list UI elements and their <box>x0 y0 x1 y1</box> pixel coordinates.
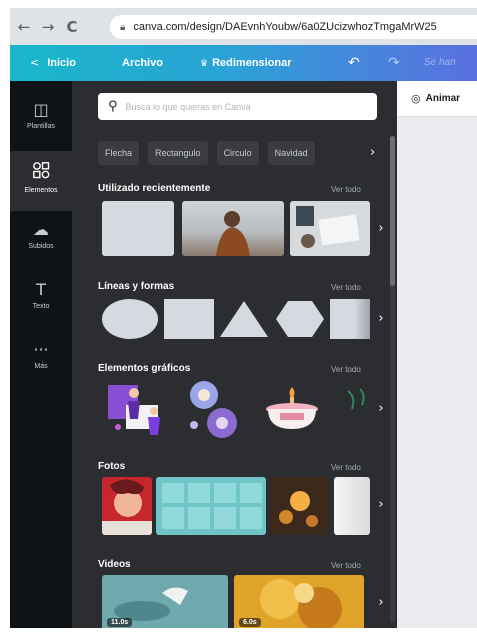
browser-window: ← → C 🔒︎ canva.com/design/DAEvnhYoubw/6a… <box>10 8 477 628</box>
chevron-right-icon[interactable]: › <box>372 583 390 623</box>
graphic-flowers[interactable] <box>182 379 244 441</box>
graphic-candle[interactable] <box>262 383 322 433</box>
section-title-recent: Utilizado recientemente <box>98 183 211 194</box>
elements-panel: ⚲ Flecha Rectangulo Circulo Navidad › Ut… <box>72 81 397 628</box>
sidebar-item-more[interactable]: ··· Más <box>10 331 72 391</box>
animate-icon: ◎ <box>411 92 421 105</box>
sidebar-item-elements[interactable]: Elementos <box>10 151 72 211</box>
see-all-shapes-link[interactable]: Ver todo <box>331 283 361 292</box>
sidebar-item-label: Texto <box>32 303 50 310</box>
sidebar-item-text[interactable]: T Texto <box>10 271 72 331</box>
shape-hexagon[interactable] <box>274 299 326 339</box>
canvas-area: ◎ Animar <box>397 81 477 628</box>
photo-thumbnail[interactable] <box>102 477 152 535</box>
recent-item-shape[interactable] <box>102 201 174 256</box>
recent-item-photo[interactable] <box>182 201 284 256</box>
chip-christmas[interactable]: Navidad <box>267 141 315 165</box>
chip-rectangle[interactable]: Rectangulo <box>148 141 208 165</box>
search-box[interactable]: ⚲ <box>98 93 377 120</box>
text-icon: T <box>36 280 46 299</box>
chevron-right-icon[interactable]: › <box>372 485 390 525</box>
see-all-graphics-link[interactable]: Ver todo <box>331 365 361 374</box>
arrow-left-icon[interactable]: ← <box>14 17 34 37</box>
scrollbar-thumb[interactable] <box>390 136 395 286</box>
url-text: canva.com/design/DAEvnhYoubw/6a0ZUcizwho… <box>133 21 437 33</box>
graphic-plant[interactable] <box>342 383 372 423</box>
video-duration: 6.0s <box>239 618 261 627</box>
save-status: Se han <box>424 57 456 68</box>
see-all-videos-link[interactable]: Ver todo <box>331 561 361 570</box>
video-duration: 11.0s <box>107 618 133 627</box>
home-label: Inicio <box>47 57 76 69</box>
undo-icon[interactable]: ↶ <box>348 45 360 81</box>
photo-thumbnail[interactable] <box>156 477 266 535</box>
search-input[interactable] <box>125 101 346 112</box>
home-button[interactable]: < Inicio <box>30 45 76 81</box>
crown-icon: ♛ <box>200 59 209 69</box>
graphic-illustration-people[interactable] <box>104 379 172 439</box>
animate-button[interactable]: ◎ Animar <box>397 81 477 117</box>
see-all-recent-link[interactable]: Ver todo <box>331 185 361 194</box>
sidebar-item-label: Plantillas <box>26 123 55 130</box>
redo-icon[interactable]: ↷ <box>388 45 400 81</box>
shape-partial[interactable] <box>330 299 370 339</box>
upload-icon: ☁ <box>33 220 49 239</box>
animate-label: Animar <box>425 93 461 104</box>
sidebar-item-uploads[interactable]: ☁ Subidos <box>10 211 72 271</box>
more-icon: ··· <box>33 340 49 359</box>
sidebar-item-label: Subidos <box>28 243 54 250</box>
suggestion-chips: Flecha Rectangulo Circulo Navidad <box>98 141 324 165</box>
shape-square[interactable] <box>164 299 214 339</box>
chevron-right-icon[interactable]: › <box>370 141 375 165</box>
reload-icon[interactable]: C <box>62 17 82 37</box>
chevron-right-icon[interactable]: › <box>372 389 390 429</box>
chevron-right-icon[interactable]: › <box>372 299 390 339</box>
photo-thumbnail[interactable] <box>270 477 328 535</box>
section-title-photos: Fotos <box>98 461 126 472</box>
panel-scrollbar[interactable] <box>390 136 395 623</box>
video-thumbnail[interactable]: 11.0s <box>102 575 228 628</box>
section-title-videos: Videos <box>98 559 131 570</box>
sidebar-item-templates[interactable]: ◫ Plantillas <box>10 91 72 151</box>
file-menu-button[interactable]: Archivo <box>122 45 163 81</box>
chevron-left-icon: < <box>30 56 40 69</box>
recent-item-photo[interactable] <box>290 201 370 256</box>
lock-icon: 🔒︎ <box>120 21 126 33</box>
browser-toolbar: ← → C 🔒︎ canva.com/design/DAEvnhYoubw/6a… <box>10 8 477 45</box>
shape-circle[interactable] <box>102 299 158 339</box>
chevron-right-icon[interactable]: › <box>372 209 390 249</box>
sidebar-item-label: Más <box>34 363 48 370</box>
chip-circle[interactable]: Circulo <box>216 141 259 165</box>
side-nav: ◫ Plantillas Elementos ☁ Subidos T Texto… <box>10 81 72 628</box>
search-icon: ⚲ <box>108 99 118 114</box>
elements-icon <box>10 161 72 183</box>
address-bar[interactable]: 🔒︎ canva.com/design/DAEvnhYoubw/6a0ZUciz… <box>110 15 477 39</box>
resize-label: Redimensionar <box>212 57 292 69</box>
video-thumbnail[interactable]: 6.0s <box>234 575 364 628</box>
shape-triangle[interactable] <box>218 299 270 339</box>
photo-thumbnail[interactable] <box>334 477 370 535</box>
sidebar-item-label: Elementos <box>24 187 58 194</box>
editor-menu-bar: < Inicio Archivo ♛ Redimensionar ↶ ↷ Se ha… <box>10 45 477 81</box>
see-all-photos-link[interactable]: Ver todo <box>331 463 361 472</box>
templates-icon: ◫ <box>33 100 49 119</box>
resize-button[interactable]: ♛ Redimensionar <box>200 45 292 81</box>
arrow-right-icon[interactable]: → <box>38 17 58 37</box>
section-title-graphics: Elementos gráficos <box>98 363 191 374</box>
section-title-shapes: Líneas y formas <box>98 281 175 292</box>
chip-arrow[interactable]: Flecha <box>98 141 140 165</box>
